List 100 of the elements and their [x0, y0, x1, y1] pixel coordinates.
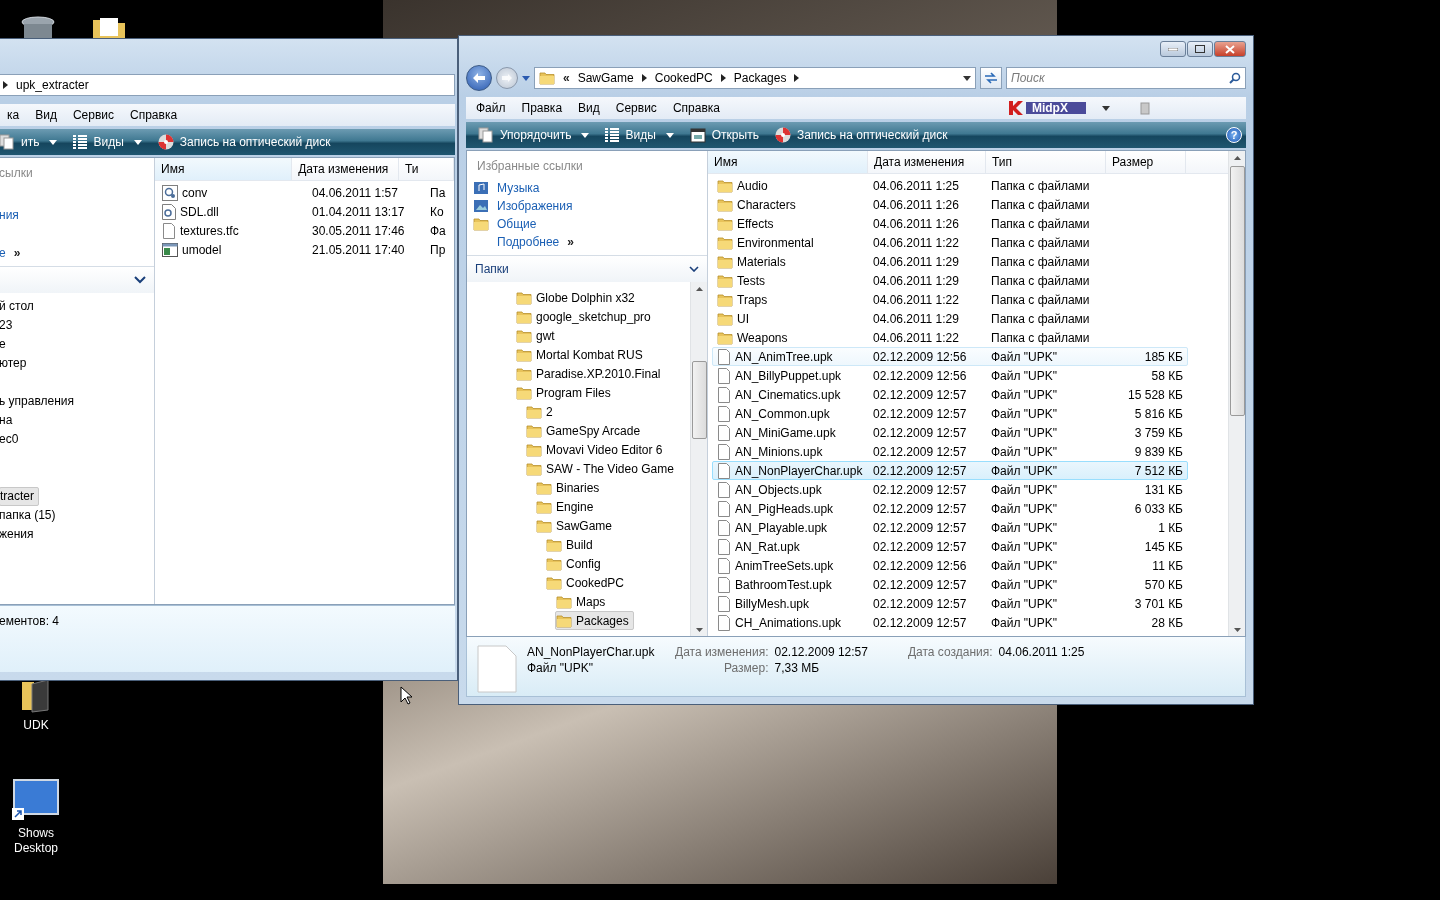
file-name[interactable]: textures.tfc	[180, 223, 239, 238]
folder-tree-item[interactable]: на	[0, 411, 17, 430]
maximize-button[interactable]	[1187, 41, 1213, 57]
nav-link[interactable]: Музыка	[467, 179, 707, 197]
overflow-glyph[interactable]: «	[563, 71, 570, 85]
file-row[interactable]: Weapons 04.06.2011 1:22 Папка с файлами	[712, 328, 1188, 347]
file-name[interactable]: umodel	[182, 242, 222, 257]
toolbar-button[interactable]: Упорядочить	[470, 124, 598, 146]
breadcrumb-item[interactable]: CookedPC	[654, 71, 713, 85]
file-row[interactable]: AN_NonPlayerChar.upk 02.12.2009 12:57 Файл "UPK" 7 512 КБ	[712, 461, 1188, 480]
close-button[interactable]	[1214, 41, 1246, 57]
file-row[interactable]: Audio 04.06.2011 1:25 Папка с файлами	[712, 176, 1188, 195]
toolbar-button[interactable]: Запись на оптический диск	[766, 124, 956, 146]
folder-tree-item[interactable]: ь управления	[0, 392, 79, 411]
trash-icon[interactable]	[20, 16, 56, 38]
folder-icon[interactable]	[92, 16, 126, 38]
file-row[interactable]: Tests 04.06.2011 1:29 Папка с файлами	[712, 271, 1188, 290]
file-row[interactable]: Traps 04.06.2011 1:22 Папка с файлами	[712, 290, 1188, 309]
menu-item[interactable]: Файл	[468, 99, 514, 117]
desktop-icon[interactable]: UDK	[0, 678, 72, 733]
menu-item[interactable]: ка	[0, 106, 28, 124]
file-row[interactable]: Materials 04.06.2011 1:29 Папка с файлами	[712, 252, 1188, 271]
menu-item[interactable]: Вид	[570, 99, 608, 117]
scrollbar[interactable]	[690, 282, 707, 636]
menu-item[interactable]: Сервис	[64, 106, 122, 124]
file-row[interactable]: AN_MiniGame.upk 02.12.2009 12:57 Файл "UPK" 3 759 КБ	[712, 423, 1188, 442]
toolbar-button[interactable]: Виды	[597, 124, 682, 146]
caret-icon[interactable]	[1101, 105, 1110, 111]
file-row[interactable]: AN_Objects.upk 02.12.2009 12:57 Файл "UPK" 131 КБ	[712, 480, 1188, 499]
caret-icon[interactable]	[963, 75, 971, 81]
column-header[interactable]: Ти	[399, 158, 454, 180]
folder-tree-item[interactable]: SawGame	[535, 516, 618, 535]
folder-tree-item[interactable]: CookedPC	[545, 573, 630, 592]
folder-tree-item[interactable]: Maps	[555, 592, 611, 611]
toolbar-addon[interactable]: MidpX	[1025, 102, 1086, 114]
file-row[interactable]: AN_PigHeads.upk 02.12.2009 12:57 Файл "UPK" 6 033 КБ	[712, 499, 1188, 518]
file-row[interactable]: AN_Cinematics.upk 02.12.2009 12:57 Файл "UPK" 15 528 КБ	[712, 385, 1188, 404]
toolbar-button[interactable]: ить	[0, 131, 66, 153]
folder-tree-item[interactable]: Build	[545, 535, 598, 554]
folder-tree-item[interactable]: Config	[545, 554, 606, 573]
back-button[interactable]	[466, 65, 492, 91]
folder-tree-item[interactable]: Engine	[535, 497, 599, 516]
folder-tree-item[interactable]: Program Files	[515, 383, 616, 402]
scroll-thumb[interactable]	[1229, 166, 1245, 416]
desktop-icon[interactable]: Shows Desktop	[0, 778, 72, 856]
folder-tree-item[interactable]: google_sketchup_pro	[515, 307, 656, 326]
column-header[interactable]: Дата изменения	[868, 151, 986, 173]
breadcrumb-item[interactable]: Packages	[733, 71, 787, 85]
breadcrumb-item[interactable]: SawGame	[577, 71, 634, 85]
nav-link[interactable]: ния	[0, 206, 154, 224]
breadcrumb-item[interactable]: upk_extracter	[16, 78, 89, 92]
folder-tree-item[interactable]: Packages	[555, 611, 634, 630]
menu-item[interactable]: Сервис	[607, 99, 665, 117]
file-row[interactable]: Environmental 04.06.2011 1:22 Папка с файлами	[712, 233, 1188, 252]
folder-tree-item[interactable]: Movavi Video Editor 6	[525, 440, 668, 459]
file-name[interactable]: SDL.dll	[180, 204, 219, 219]
section-heading[interactable]: Папки	[475, 262, 509, 276]
folder-tree-item[interactable]: SAW - The Video Game	[525, 459, 679, 478]
nav-link[interactable]: Общие	[467, 215, 707, 233]
search-field[interactable]: Поиск	[1006, 67, 1246, 89]
folder-tree-item[interactable]: 2	[525, 402, 558, 421]
column-header[interactable]: Дата изменения	[292, 158, 399, 180]
file-row[interactable]: AN_Playable.upk 02.12.2009 12:57 Файл "UPK" 1 КБ	[712, 518, 1188, 537]
folder-tree-item[interactable]: gwt	[515, 326, 560, 345]
file-row[interactable]: AnimTreeSets.upk 02.12.2009 12:56 Файл "UPK" 11 КБ	[712, 556, 1188, 575]
file-row[interactable]: AN_BillyPuppet.upk 02.12.2009 12:56 Файл "UPK" 58 КБ	[712, 366, 1188, 385]
forward-button[interactable]	[496, 67, 518, 89]
folder-tree-item[interactable]: ютер	[0, 354, 31, 373]
column-header[interactable]: Имя	[708, 151, 868, 173]
toolbar-button[interactable]: Запись на оптический диск	[149, 131, 339, 153]
address-bar[interactable]: upk_extracter	[0, 74, 455, 96]
column-header[interactable]: Тип	[986, 151, 1106, 173]
folder-tree-item[interactable]: ec0	[0, 430, 23, 449]
file-name[interactable]: conv	[182, 185, 208, 200]
menu-item[interactable]: Правка	[513, 99, 571, 117]
folder-tree-item[interactable]: Mortal Kombat RUS	[515, 345, 648, 364]
file-row[interactable]: UI 04.06.2011 1:29 Папка с файлами	[712, 309, 1188, 328]
file-row[interactable]: AN_Minions.upk 02.12.2009 12:57 Файл "UPK" 9 839 КБ	[712, 442, 1188, 461]
folder-tree-item[interactable]: Globe Dolphin x32	[515, 288, 640, 307]
nav-link[interactable]: Подробнее	[497, 235, 560, 249]
file-row[interactable]: AN_AnimTree.upk 02.12.2009 12:56 Файл "UPK" 185 КБ	[712, 347, 1188, 366]
file-row[interactable]: CH_Animations.upk 02.12.2009 12:57 Файл "UPK" 28 КБ	[712, 613, 1188, 632]
nav-link[interactable]: е	[0, 246, 6, 260]
scrollbar[interactable]	[1228, 151, 1245, 636]
folder-tree-item[interactable]: е	[0, 335, 10, 354]
column-header[interactable]: Размер	[1106, 151, 1186, 173]
menu-item[interactable]: Справка	[664, 99, 728, 117]
folder-tree-item[interactable]: Binaries	[535, 478, 605, 497]
refresh-button[interactable]	[980, 67, 1002, 89]
file-row[interactable]: AN_Common.upk 02.12.2009 12:57 Файл "UPK" 5 816 КБ	[712, 404, 1188, 423]
folder-tree-item[interactable]: tracter	[0, 487, 39, 506]
file-row[interactable]: AN_Rat.upk 02.12.2009 12:57 Файл "UPK" 145 КБ	[712, 537, 1188, 556]
toolbar-button[interactable]: Открыть	[681, 124, 767, 146]
file-row[interactable]: BathroomTest.upk 02.12.2009 12:57 Файл "UPK" 570 КБ	[712, 575, 1188, 594]
folder-tree-item[interactable]: Paradise.XP.2010.Final	[515, 364, 666, 383]
nav-link[interactable]: Изображения	[467, 197, 707, 215]
file-row[interactable]: Characters 04.06.2011 1:26 Папка с файлами	[712, 195, 1188, 214]
address-bar[interactable]: « SawGame CookedPC Packages	[534, 67, 976, 89]
folder-tree-item[interactable]: папка (15)	[0, 506, 60, 525]
scroll-thumb[interactable]	[691, 361, 707, 439]
